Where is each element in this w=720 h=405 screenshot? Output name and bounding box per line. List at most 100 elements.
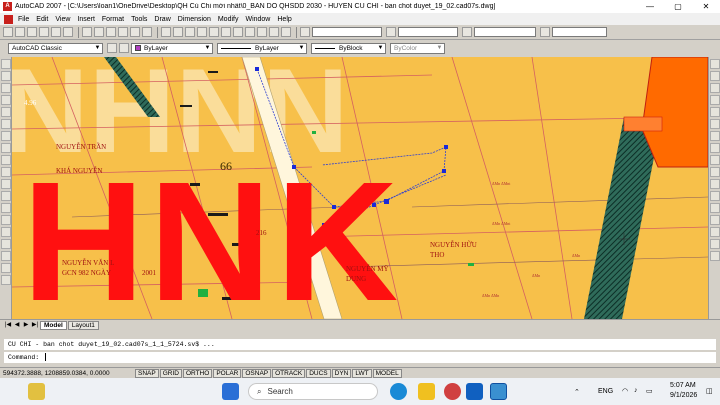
offset-icon[interactable] <box>710 95 720 105</box>
maximize-button[interactable]: ▢ <box>664 0 692 13</box>
prev-tab-icon[interactable]: ◀ <box>13 321 21 329</box>
osnap-toggle[interactable]: OSNAP <box>242 368 272 378</box>
pan-icon[interactable] <box>161 27 171 37</box>
windows-start-icon[interactable] <box>222 383 239 400</box>
multileader-style-icon[interactable] <box>540 27 550 37</box>
region-icon[interactable] <box>1 251 11 261</box>
clock-date[interactable]: 9/1/2026 <box>670 392 697 399</box>
clock-time[interactable]: 5:07 AM <box>670 382 696 389</box>
command-input[interactable]: Command: <box>4 352 716 363</box>
rotate-icon[interactable] <box>710 131 720 141</box>
menu-format[interactable]: Format <box>102 16 124 23</box>
tray-chevron-icon[interactable]: ⌃ <box>574 388 580 396</box>
multiline-text-icon[interactable] <box>1 275 11 285</box>
battery-icon[interactable]: ▭ <box>646 387 653 395</box>
match-properties-icon[interactable] <box>118 27 128 37</box>
circle-icon[interactable] <box>1 131 11 141</box>
close-button[interactable]: ✕ <box>692 0 720 13</box>
move-icon[interactable] <box>710 119 720 129</box>
copy-object-icon[interactable] <box>710 71 720 81</box>
store-icon[interactable] <box>466 383 483 400</box>
lwt-toggle[interactable]: LWT <box>352 368 372 378</box>
scale-icon[interactable] <box>710 143 720 153</box>
edge-browser-icon[interactable] <box>390 383 407 400</box>
explode-icon[interactable] <box>710 251 720 261</box>
file-explorer-icon[interactable] <box>418 383 435 400</box>
break-icon[interactable] <box>710 203 720 213</box>
array-icon[interactable] <box>710 107 720 117</box>
polar-toggle[interactable]: POLAR <box>213 368 242 378</box>
coordinate-readout[interactable]: 594372.3888, 1208859.0384, 0.0000 <box>3 370 135 377</box>
snap-toggle[interactable]: SNAP <box>135 368 159 378</box>
lineweight-combo[interactable]: ByBlock ▼ <box>311 42 386 54</box>
copy-icon[interactable] <box>94 27 104 37</box>
grid-toggle[interactable]: GRID <box>159 368 182 378</box>
ortho-toggle[interactable]: ORTHO <box>182 368 213 378</box>
menu-view[interactable]: View <box>55 16 70 23</box>
calculator-icon[interactable] <box>269 27 279 37</box>
volume-icon[interactable]: ♪ <box>634 387 638 394</box>
linetype-combo[interactable]: ByLayer ▼ <box>217 42 307 54</box>
zoom-previous-icon[interactable] <box>197 27 207 37</box>
document-icon[interactable] <box>4 14 13 24</box>
print-icon[interactable] <box>39 27 49 37</box>
polyline-icon[interactable] <box>1 83 11 93</box>
menu-dimension[interactable]: Dimension <box>178 16 211 23</box>
tab-layout1[interactable]: Layout1 <box>67 320 99 330</box>
chamfer-icon[interactable] <box>710 227 720 237</box>
workspace-combo[interactable]: AutoCAD Classic ▼ <box>8 42 103 54</box>
join-icon[interactable] <box>710 215 720 225</box>
language-indicator[interactable]: ENG <box>598 388 613 395</box>
make-block-icon[interactable] <box>1 203 11 213</box>
ducs-toggle[interactable]: DUCS <box>306 368 331 378</box>
stretch-icon[interactable] <box>710 155 720 165</box>
multileader-style-combo[interactable] <box>552 27 607 37</box>
minimize-button[interactable]: — <box>636 0 664 13</box>
autocad-app-icon[interactable]: A <box>3 2 12 11</box>
autocad-taskbar-icon[interactable] <box>490 383 507 400</box>
zoom-window-icon[interactable] <box>185 27 195 37</box>
mirror-icon[interactable] <box>710 83 720 93</box>
insert-block-icon[interactable] <box>1 191 11 201</box>
plotstyle-combo[interactable]: ByColor ▼ <box>390 42 445 54</box>
rectangle-icon[interactable] <box>1 107 11 117</box>
sheet-set-icon[interactable] <box>245 27 255 37</box>
new-icon[interactable] <box>3 27 13 37</box>
text-style-icon[interactable] <box>300 27 310 37</box>
point-icon[interactable] <box>1 215 11 225</box>
spline-icon[interactable] <box>1 155 11 165</box>
break-at-point-icon[interactable] <box>710 191 720 201</box>
table-style-icon[interactable] <box>462 27 472 37</box>
menu-draw[interactable]: Draw <box>154 16 170 23</box>
text-style-combo[interactable] <box>312 27 382 37</box>
menu-edit[interactable]: Edit <box>36 16 48 23</box>
table-icon[interactable] <box>1 263 11 273</box>
menu-insert[interactable]: Insert <box>77 16 95 23</box>
arc-icon[interactable] <box>1 119 11 129</box>
weather-icon[interactable] <box>28 383 45 400</box>
last-tab-icon[interactable]: ▶| <box>31 321 39 329</box>
notification-icon[interactable]: ◫ <box>706 387 713 395</box>
polygon-icon[interactable] <box>1 95 11 105</box>
menu-window[interactable]: Window <box>245 16 270 23</box>
zoom-realtime-icon[interactable] <box>173 27 183 37</box>
design-center-icon[interactable] <box>221 27 231 37</box>
tab-model[interactable]: Model <box>40 320 67 330</box>
ellipse-icon[interactable] <box>1 167 11 177</box>
erase-icon[interactable] <box>710 59 720 69</box>
fillet-icon[interactable] <box>710 239 720 249</box>
redo-icon[interactable] <box>142 27 152 37</box>
publish-icon[interactable] <box>63 27 73 37</box>
preview-icon[interactable] <box>51 27 61 37</box>
hatch-icon[interactable] <box>1 227 11 237</box>
otrack-toggle[interactable]: OTRACK <box>272 368 306 378</box>
next-tab-icon[interactable]: ▶ <box>22 321 30 329</box>
gradient-icon[interactable] <box>1 239 11 249</box>
menu-file[interactable]: File <box>18 16 29 23</box>
color-combo[interactable]: ByLayer ▼ <box>131 42 213 54</box>
drawing-area[interactable]: NHNN ΔMn ΔMnt ΔMn ΔMnt ΔMn ΔMn ΔMn ΔMn H… <box>12 57 708 319</box>
markup-icon[interactable] <box>257 27 267 37</box>
construction-line-icon[interactable] <box>1 71 11 81</box>
chrome-browser-icon[interactable] <box>444 383 461 400</box>
help-icon[interactable] <box>281 27 291 37</box>
